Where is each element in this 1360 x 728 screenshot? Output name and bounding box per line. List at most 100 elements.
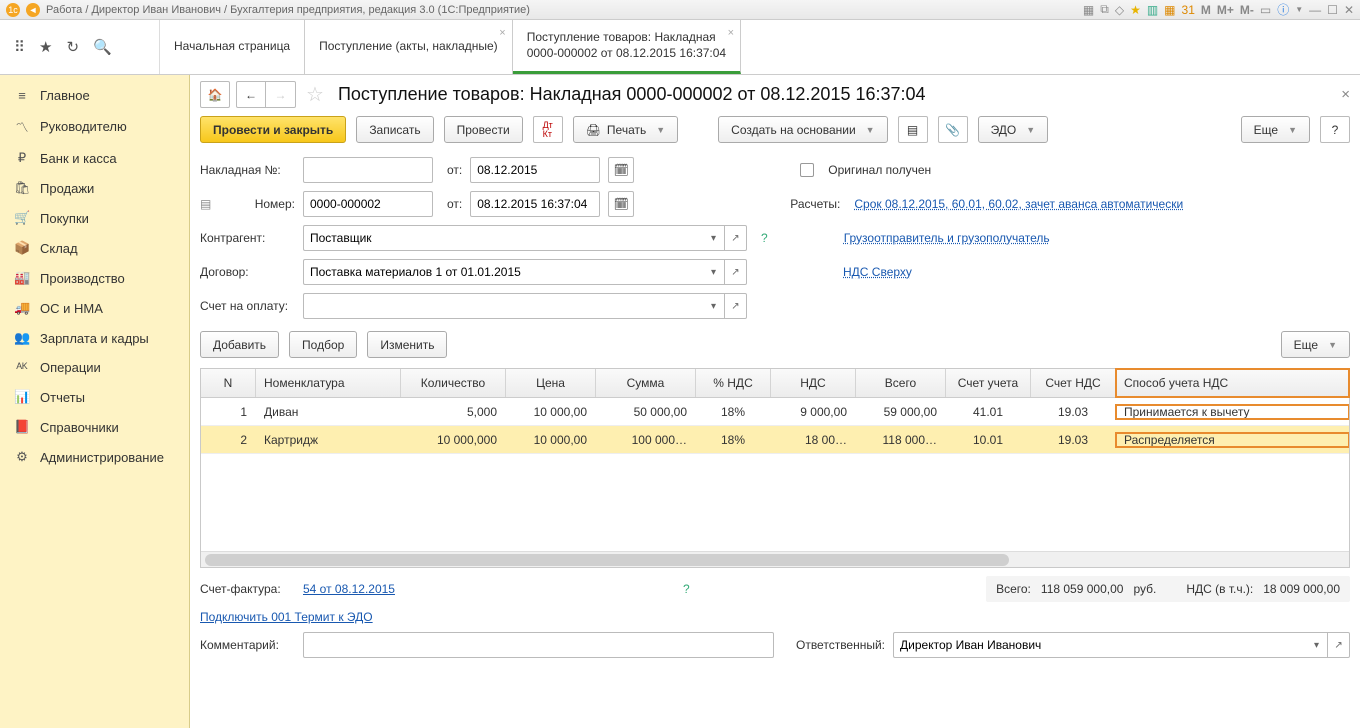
table-row[interactable]: 1 Диван 5,000 10 000,00 50 000,00 18% 9 …	[201, 398, 1349, 426]
open-icon[interactable]: ↗	[725, 259, 747, 285]
sidebar-item-warehouse[interactable]: 📦Склад	[0, 233, 189, 263]
h-scrollbar[interactable]	[201, 551, 1349, 567]
original-checkbox[interactable]	[800, 163, 814, 177]
page-close-icon[interactable]: ×	[1341, 86, 1350, 103]
tb-icon[interactable]: ▥	[1147, 3, 1158, 17]
sidebar-item-main[interactable]: ≡Главное	[0, 81, 189, 110]
post-close-button[interactable]: Провести и закрыть	[200, 116, 346, 143]
sidebar-item-refs[interactable]: 📕Справочники	[0, 412, 189, 442]
responsible-input[interactable]	[893, 632, 1306, 658]
star-icon[interactable]: ★	[39, 38, 52, 56]
calendar-icon[interactable]: 🗓	[608, 191, 634, 217]
mem-mminus[interactable]: M-	[1240, 3, 1254, 17]
sidebar-item-assets[interactable]: 🚚ОС и НМА	[0, 293, 189, 323]
tab-receipts[interactable]: Поступление (акты, накладные)×	[305, 20, 513, 74]
mem-m[interactable]: M	[1201, 3, 1211, 17]
col-vatmethod[interactable]: Способ учета НДС	[1116, 369, 1349, 397]
col-n[interactable]: N	[201, 369, 256, 397]
sidebar-item-manager[interactable]: 〽Руководителю	[0, 110, 189, 143]
dd-icon[interactable]: ▼	[1295, 5, 1303, 14]
sidebar-item-sales[interactable]: 🛍Продажи	[0, 173, 189, 203]
more-button[interactable]: Еще▼	[1241, 116, 1310, 143]
datetime-input[interactable]	[470, 191, 600, 217]
open-icon[interactable]: ↗	[725, 225, 747, 251]
edit-button[interactable]: Изменить	[367, 331, 447, 358]
calendar-icon[interactable]: 🗓	[608, 157, 634, 183]
sidebar-item-production[interactable]: 🏭Производство	[0, 263, 189, 293]
chevron-down-icon[interactable]: ▾	[703, 259, 725, 285]
open-icon[interactable]: ↗	[725, 293, 747, 319]
invoice-no-input[interactable]	[303, 157, 433, 183]
payacc-input[interactable]	[303, 293, 703, 319]
tb-icon[interactable]: ▭	[1260, 3, 1271, 17]
doc-button[interactable]: ▤	[898, 116, 928, 143]
sidebar-item-admin[interactable]: ⚙Администрирование	[0, 442, 189, 472]
apps-icon[interactable]: ⠿	[14, 38, 25, 56]
col-sum[interactable]: Сумма	[596, 369, 696, 397]
print-button[interactable]: 🖨Печать▼	[573, 116, 678, 143]
create-based-button[interactable]: Создать на основании▼	[718, 116, 887, 143]
max-icon[interactable]: ☐	[1327, 3, 1338, 17]
save-button[interactable]: Записать	[356, 116, 433, 143]
favorite-icon[interactable]: ☆	[306, 82, 324, 107]
tb-icon[interactable]: ⧉	[1100, 2, 1109, 17]
col-total[interactable]: Всего	[856, 369, 946, 397]
chevron-down-icon[interactable]: ▾	[703, 293, 725, 319]
sidebar-item-purchases[interactable]: 🛒Покупки	[0, 203, 189, 233]
sf-link[interactable]: 54 от 08.12.2015	[303, 582, 395, 596]
chevron-down-icon[interactable]: ▾	[1306, 632, 1328, 658]
table-row[interactable]: 2 Картридж 10 000,000 10 000,00 100 000……	[201, 426, 1349, 454]
counterparty-input[interactable]	[303, 225, 703, 251]
col-vatp[interactable]: % НДС	[696, 369, 771, 397]
post-button[interactable]: Провести	[444, 116, 523, 143]
edo-button[interactable]: ЭДО▼	[978, 116, 1049, 143]
tab-start[interactable]: Начальная страница	[160, 20, 305, 74]
sidebar-item-operations[interactable]: ᴬᴷОперации	[0, 353, 189, 382]
tab-close-icon[interactable]: ×	[728, 26, 734, 40]
edo-link[interactable]: Подключить 001 Термит к ЭДО	[200, 610, 373, 624]
back-button[interactable]: ←	[236, 81, 266, 108]
shipper-link[interactable]: Грузоотправитель и грузополучатель	[844, 231, 1050, 245]
dt-kt-button[interactable]: ДтКт	[533, 116, 563, 143]
sidebar-item-reports[interactable]: 📊Отчеты	[0, 382, 189, 412]
chevron-down-icon[interactable]: ▾	[703, 225, 725, 251]
number-input[interactable]	[303, 191, 433, 217]
sidebar-item-bank[interactable]: ₽Банк и касса	[0, 143, 189, 173]
forward-button[interactable]: →	[266, 81, 296, 108]
sidebar-item-hr[interactable]: 👥Зарплата и кадры	[0, 323, 189, 353]
help-button[interactable]: ?	[1320, 116, 1350, 143]
fav-icon[interactable]: ★	[1130, 3, 1141, 17]
col-vatacc[interactable]: Счет НДС	[1031, 369, 1116, 397]
mem-mplus[interactable]: M+	[1217, 3, 1234, 17]
attach-button[interactable]: 📎	[938, 116, 968, 143]
col-qty[interactable]: Количество	[401, 369, 506, 397]
tb-icon[interactable]: ▦	[1083, 3, 1094, 17]
col-nom[interactable]: Номенклатура	[256, 369, 401, 397]
help-icon[interactable]: ?	[683, 582, 690, 596]
tab-close-icon[interactable]: ×	[499, 26, 505, 40]
help-icon[interactable]: ?	[761, 231, 768, 245]
back-circle-icon[interactable]: ◄	[26, 3, 40, 17]
tb-icon[interactable]: ◇	[1115, 3, 1124, 17]
search-icon[interactable]: 🔍	[93, 38, 112, 56]
col-vat[interactable]: НДС	[771, 369, 856, 397]
add-button[interactable]: Добавить	[200, 331, 279, 358]
history-icon[interactable]: ↻	[66, 38, 79, 56]
open-icon[interactable]: ↗	[1328, 632, 1350, 658]
vat-link[interactable]: НДС Сверху	[843, 265, 912, 279]
comment-input[interactable]	[303, 632, 774, 658]
tab-current-doc[interactable]: Поступление товаров: Накладная0000-00000…	[513, 20, 741, 74]
min-icon[interactable]: —	[1309, 3, 1321, 17]
invoice-date-input[interactable]	[470, 157, 600, 183]
col-acc[interactable]: Счет учета	[946, 369, 1031, 397]
home-button[interactable]: 🏠	[200, 81, 230, 108]
info-icon[interactable]: ⓘ	[1277, 1, 1289, 18]
cal-icon[interactable]: 31	[1182, 3, 1195, 17]
table-more-button[interactable]: Еще▼	[1281, 331, 1350, 358]
select-button[interactable]: Подбор	[289, 331, 357, 358]
tb-icon[interactable]: ▦	[1164, 3, 1175, 17]
close-icon[interactable]: ✕	[1344, 3, 1354, 17]
calc-link[interactable]: Срок 08.12.2015, 60.01, 60.02, зачет ава…	[854, 197, 1183, 211]
col-price[interactable]: Цена	[506, 369, 596, 397]
contract-input[interactable]	[303, 259, 703, 285]
